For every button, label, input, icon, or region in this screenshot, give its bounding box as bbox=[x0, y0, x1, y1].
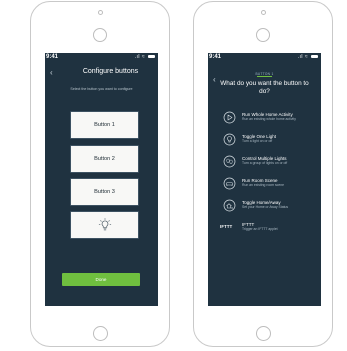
back-chevron-icon[interactable]: ‹ bbox=[50, 68, 53, 77]
option-toggle-one-light[interactable]: Toggle One Light Turn a light on or off bbox=[222, 131, 318, 151]
room-scene-icon bbox=[223, 177, 236, 190]
status-bar: 9:41 .ıl ≈ bbox=[208, 53, 321, 63]
earpiece-circle bbox=[256, 28, 270, 42]
wifi-icon: ≈ bbox=[304, 54, 309, 60]
option-description: Turn a light on or off bbox=[242, 139, 273, 143]
button-3-label: Button 3 bbox=[94, 189, 115, 195]
signal-icon: .ıl bbox=[297, 54, 303, 60]
button-1-tile[interactable]: Button 1 bbox=[70, 111, 139, 139]
option-run-room-scene[interactable]: Run Room Scene Run an existing room scen… bbox=[222, 175, 318, 195]
page-subtitle: Select the button you want to configure bbox=[70, 87, 133, 91]
action-select-screen: 9:41 .ıl ≈ ‹ BUTTON 1 What do you want t… bbox=[208, 53, 321, 306]
camera-dot bbox=[261, 10, 266, 15]
status-time: 9:41 bbox=[46, 54, 59, 60]
option-run-whole-home-activity[interactable]: Run Whole Home Activity Run an existing … bbox=[222, 109, 318, 129]
back-chevron-icon[interactable]: ‹ bbox=[213, 75, 216, 84]
option-description: Turn a group of lights on or off bbox=[242, 161, 288, 165]
lightbulb-icon bbox=[98, 218, 111, 231]
option-description: Set your Home or Away Status bbox=[242, 205, 289, 209]
camera-dot bbox=[98, 10, 103, 15]
battery-icon bbox=[311, 55, 318, 59]
option-ifttt[interactable]: IFTTT IFTTT Trigger an IFTTT applet bbox=[220, 219, 318, 239]
button-1-label: Button 1 bbox=[94, 122, 115, 128]
battery-icon bbox=[148, 55, 155, 59]
status-icons: .ıl ≈ bbox=[135, 54, 155, 60]
multiple-lights-icon bbox=[223, 155, 236, 168]
home-button[interactable] bbox=[93, 326, 108, 341]
wifi-icon: ≈ bbox=[141, 54, 146, 60]
phone-left: 9:41 .ıl ≈ ‹ Configure buttons Select th… bbox=[30, 1, 170, 347]
status-icons: .ıl ≈ bbox=[298, 54, 318, 60]
home-away-icon bbox=[223, 199, 236, 212]
eyebrow-underline bbox=[257, 76, 272, 77]
page-title: Configure buttons bbox=[82, 68, 139, 75]
ifttt-logo: IFTTT bbox=[220, 224, 233, 229]
signal-icon: .ıl bbox=[134, 54, 140, 60]
option-control-multiple-lights[interactable]: Control Multiple Lights Turn a group of … bbox=[222, 153, 318, 173]
button-3-tile[interactable]: Button 3 bbox=[70, 178, 139, 206]
earpiece-circle bbox=[93, 28, 107, 42]
option-description: Run an existing room scene bbox=[242, 183, 285, 187]
done-button[interactable]: Done bbox=[62, 273, 140, 286]
home-button[interactable] bbox=[256, 326, 271, 341]
lightbulb-tile[interactable] bbox=[70, 211, 139, 239]
option-description: Trigger an IFTTT applet bbox=[242, 227, 278, 231]
option-description: Run an existing whole home activity bbox=[242, 117, 296, 121]
option-toggle-home-away[interactable]: Toggle Home/Away Set your Home or Away S… bbox=[222, 197, 318, 217]
status-time: 9:41 bbox=[209, 54, 222, 60]
lightbulb-icon bbox=[223, 133, 236, 146]
page-title: What do you want the button to do? bbox=[220, 80, 309, 95]
phone-right: 9:41 .ıl ≈ ‹ BUTTON 1 What do you want t… bbox=[193, 1, 333, 347]
status-bar: 9:41 .ıl ≈ bbox=[45, 53, 158, 63]
play-icon bbox=[223, 111, 236, 124]
button-2-label: Button 2 bbox=[94, 156, 115, 162]
button-2-tile[interactable]: Button 2 bbox=[70, 145, 139, 173]
configure-buttons-screen: 9:41 .ıl ≈ ‹ Configure buttons Select th… bbox=[45, 53, 158, 306]
